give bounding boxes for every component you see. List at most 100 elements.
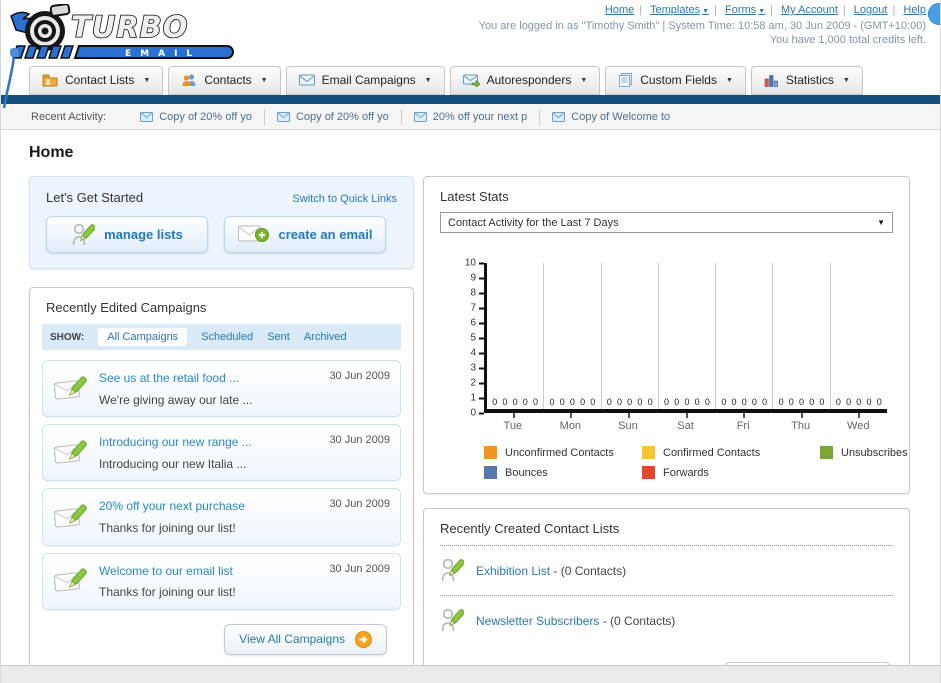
envelope-icon [298,74,315,86]
contact-list-item[interactable]: Exhibition List - (0 Contacts) [440,555,893,586]
switch-quick-links[interactable]: Switch to Quick Links [292,193,397,205]
recent-activity-item[interactable]: 20% off your next p [402,108,541,125]
app-window: TURBO EMAIL Home | Templates ▼ | Forms ▼… [0,0,941,683]
chart-legend: Unconfirmed Contacts Confirmed Contacts Un… [484,446,908,479]
chart-group: 00000 [831,263,887,409]
campaign-row[interactable]: Welcome to our email list Thanks for joi… [42,552,401,610]
contact-list-link[interactable]: Exhibition List [476,564,550,578]
chart-value-label: 0 [684,397,690,407]
envelope-icon [276,111,290,122]
pages-icon [618,73,633,87]
recently-edited-campaigns-panel: Recently Edited Campaigns SHOW: All Camp… [29,287,414,672]
tab-autoresponders[interactable]: Autoresponders ▼ [449,66,601,95]
campaigns-panel-title: Recently Edited Campaigns [46,300,207,315]
caret-down-icon: ▼ [260,76,268,84]
chart-y-tick: 1 [470,393,484,404]
top-link-logout[interactable]: Logout [854,4,888,16]
caret-down-icon: ▼ [702,8,710,15]
chart-value-label: 0 [549,397,555,407]
recent-activity-item[interactable]: Copy of Welcome to [540,109,682,125]
campaign-row[interactable]: 20% off your next purchase Thanks for jo… [42,488,401,546]
filter-scheduled[interactable]: Scheduled [201,331,253,343]
tab-contact-lists[interactable]: Contact Lists ▼ [29,66,164,95]
chart-value-label: 0 [856,397,862,407]
tab-email-campaigns[interactable]: Email Campaigns ▼ [285,66,445,95]
filter-archived[interactable]: Archived [304,331,347,343]
top-link-help[interactable]: Help [903,4,926,16]
chart-plot: 00000000000000000000000000000000000 [484,263,887,413]
envelope-pencil-icon [53,439,89,467]
chart-x-label: Thu [772,413,830,432]
chart-value-label: 0 [637,397,643,407]
link-separator: | [770,4,773,16]
contact-list-item[interactable]: Newsletter Subscribers - (0 Contacts) [440,605,893,636]
chart-value-label: 0 [694,397,700,407]
chart-value-label: 0 [778,397,784,407]
legend-swatch [484,466,497,479]
svg-text:TURBO: TURBO [71,10,188,44]
person-pencil-icon [440,557,464,584]
chart-value-label: 0 [741,397,747,407]
recent-activity-item[interactable]: Copy of 20% off yo [128,108,265,125]
chart-value-label: 0 [492,397,498,407]
manage-lists-label: manage lists [104,227,183,242]
chart-value-label: 0 [704,397,710,407]
link-separator: | [842,4,846,16]
filter-all-campaigns[interactable]: All Campaigns [98,328,188,346]
chart-value-label: 0 [627,397,633,407]
left-column: Let's Get Started Switch to Quick Links … [29,176,414,672]
balloon-string-decor [1,48,23,110]
campaign-title-link[interactable]: 20% off your next purchase [99,499,245,513]
link-separator: | [892,4,896,16]
campaign-row[interactable]: See us at the retail food ... We're givi… [42,360,401,418]
chart-group: 00000 [544,263,602,409]
people-icon [181,73,197,87]
top-link-home[interactable]: Home [605,4,634,16]
contact-list-count: - (0 Contacts) [602,613,676,628]
chart-value-label: 0 [502,397,508,407]
caret-down-icon: ▼ [758,8,766,15]
campaign-subtitle: Thanks for joining our list! [99,520,236,535]
campaign-title-link[interactable]: Introducing our new range ... [99,435,252,449]
tab-custom-fields[interactable]: Custom Fields ▼ [605,66,746,95]
top-link-my-account[interactable]: My Account [781,4,838,16]
create-email-button[interactable]: create an email [224,216,386,253]
turbo-logo-graphic: TURBO EMAIL [10,4,235,59]
contact-list-count: - (0 Contacts) [553,563,627,578]
legend-swatch [820,446,833,459]
legend-swatch [642,466,655,479]
chart-y-tick: 4 [470,348,484,359]
stats-dropdown[interactable]: Contact Activity for the Last 7 Days ▼ [440,212,893,233]
chart-value-label: 0 [647,397,653,407]
tab-contacts[interactable]: Contacts ▼ [168,66,281,95]
top-link-forms[interactable]: Forms ▼ [725,4,765,16]
login-status-text: You are logged in as "Timothy Smith" | S… [478,20,926,32]
envelope-pencil-icon [53,567,89,595]
chart-value-label: 0 [731,397,737,407]
campaign-title-link[interactable]: Welcome to our email list [99,564,233,578]
person-pencil-icon [71,222,96,248]
view-all-campaigns-button[interactable]: View All Campaigns [224,623,387,655]
chart-value-label: 0 [819,397,825,407]
chart-value-label: 0 [606,397,612,407]
chart-value-label: 0 [616,397,622,407]
chart-value-label: 0 [799,397,805,407]
filter-sent[interactable]: Sent [267,331,290,343]
manage-lists-button[interactable]: manage lists [46,216,208,253]
top-nav-links: Home | Templates ▼ | Forms ▼ | My Account | Lo… [479,4,926,16]
caret-down-icon: ▼ [842,76,850,84]
recent-activity-item[interactable]: Copy of 20% off yo [265,108,402,125]
tab-statistics[interactable]: Statistics ▼ [750,66,863,95]
top-link-templates[interactable]: Templates ▼ [650,4,709,16]
tab-label: Email Campaigns [321,73,416,87]
corner-circle-decor [928,3,940,25]
top-header: TURBO EMAIL Home | Templates ▼ | Forms ▼… [1,0,940,109]
chart-y-axis: 10 9 8 7 6 5 4 3 2 1 0 [444,258,484,419]
chart-x-label: Fri [714,413,772,432]
contact-list-link[interactable]: Newsletter Subscribers [476,614,599,628]
link-separator: | [639,4,643,16]
campaign-row[interactable]: Introducing our new range ... Introducin… [42,424,401,482]
chart-y-tick: 0 [470,408,484,419]
link-separator: | [714,4,717,16]
campaign-title-link[interactable]: See us at the retail food ... [99,371,239,385]
